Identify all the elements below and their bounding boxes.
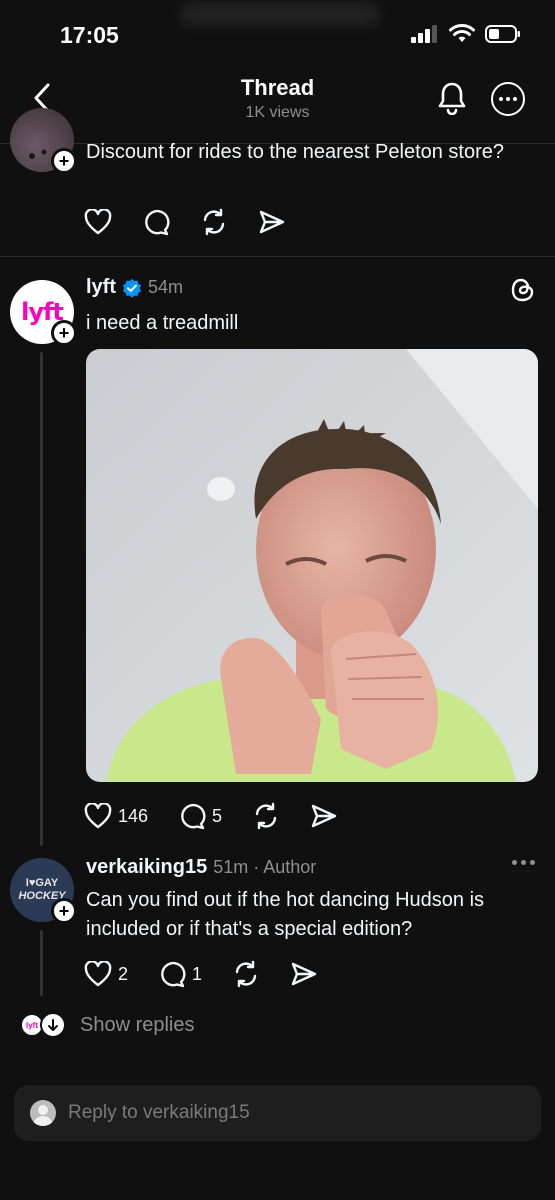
reply-composer[interactable]: Reply to verkaiking15 (14, 1085, 541, 1141)
reply-post-actions: 2 1 (84, 960, 318, 988)
post-divider (0, 256, 555, 257)
reply-count: 5 (212, 805, 223, 826)
reply-avatars: lyft (20, 1012, 66, 1038)
post-username[interactable]: verkaiking15 (86, 856, 207, 879)
post-username[interactable]: lyft (86, 276, 116, 299)
repost-button[interactable] (200, 208, 228, 236)
post-time: 54m (148, 277, 184, 297)
follow-plus-icon[interactable]: + (51, 898, 77, 924)
wifi-icon (449, 24, 475, 42)
repost-icon (235, 960, 257, 988)
heart-icon (84, 803, 112, 829)
main-post-text: i need a treadmill (86, 312, 239, 334)
notifications-button[interactable] (434, 78, 470, 118)
more-dot-icon (512, 860, 517, 865)
status-time: 17:05 (60, 22, 119, 48)
like-count: 146 (118, 805, 149, 826)
post-photo-illustration (86, 349, 538, 782)
arrow-down-icon (40, 1012, 66, 1038)
user-avatar-icon (30, 1100, 56, 1126)
bell-icon (438, 82, 466, 115)
send-icon (259, 210, 285, 234)
more-dot-icon (499, 97, 503, 101)
threads-logo-icon[interactable] (510, 277, 536, 303)
repost-icon (203, 208, 225, 236)
comment-icon (145, 209, 170, 236)
send-icon (291, 962, 317, 986)
post-meta: 51m · Author (213, 857, 317, 877)
view-count: 1K views (245, 104, 310, 121)
verified-badge-icon (123, 278, 141, 298)
reply-input[interactable]: Reply to verkaiking15 (68, 1102, 250, 1124)
repost-icon (255, 802, 277, 830)
cellular-signal-icon (411, 25, 437, 43)
comment-icon (181, 803, 206, 830)
main-post-header: lyft 54m (86, 276, 183, 299)
like-button[interactable]: 2 (84, 961, 128, 987)
like-button[interactable]: 146 (84, 803, 148, 829)
prev-post-text: Discount for rides to the nearest Peleto… (86, 141, 505, 163)
share-button[interactable] (290, 961, 318, 987)
reply-post-text: Can you find out if the hot dancing Huds… (86, 889, 485, 940)
page-title: Thread (240, 75, 315, 100)
heart-icon (84, 961, 112, 987)
show-replies-row[interactable]: lyft Show replies (20, 1012, 195, 1038)
post-image[interactable] (86, 349, 538, 782)
share-button[interactable] (258, 209, 286, 235)
comment-icon (161, 961, 186, 988)
thread-header: Thread 1K views (0, 70, 555, 144)
share-button[interactable] (310, 803, 338, 829)
heart-icon (84, 209, 112, 235)
main-post-actions: 146 5 (84, 802, 338, 830)
avatar-text-line1: I♥GAY (25, 877, 59, 889)
reply-count: 1 (192, 963, 203, 984)
reply-button[interactable]: 1 (158, 960, 202, 988)
status-icons (411, 24, 521, 44)
like-count: 2 (118, 963, 129, 984)
reply-button[interactable] (142, 208, 170, 236)
more-options-button[interactable] (491, 82, 525, 116)
battery-icon (485, 25, 520, 43)
blurred-notification (180, 2, 380, 26)
thread-line (40, 930, 43, 996)
like-button[interactable] (84, 209, 112, 235)
repost-button[interactable] (252, 802, 280, 830)
reply-more-button[interactable] (512, 860, 535, 865)
send-icon (311, 804, 337, 828)
thread-line (40, 352, 43, 846)
status-bar: 17:05 (0, 0, 555, 70)
prev-post-actions (84, 208, 286, 236)
follow-plus-icon[interactable]: + (51, 148, 77, 174)
show-replies-label: Show replies (80, 1013, 195, 1036)
reply-button[interactable]: 5 (178, 802, 222, 830)
reply-post-header: verkaiking15 51m · Author (86, 856, 316, 879)
follow-plus-icon[interactable]: + (51, 320, 77, 346)
repost-button[interactable] (232, 960, 260, 988)
